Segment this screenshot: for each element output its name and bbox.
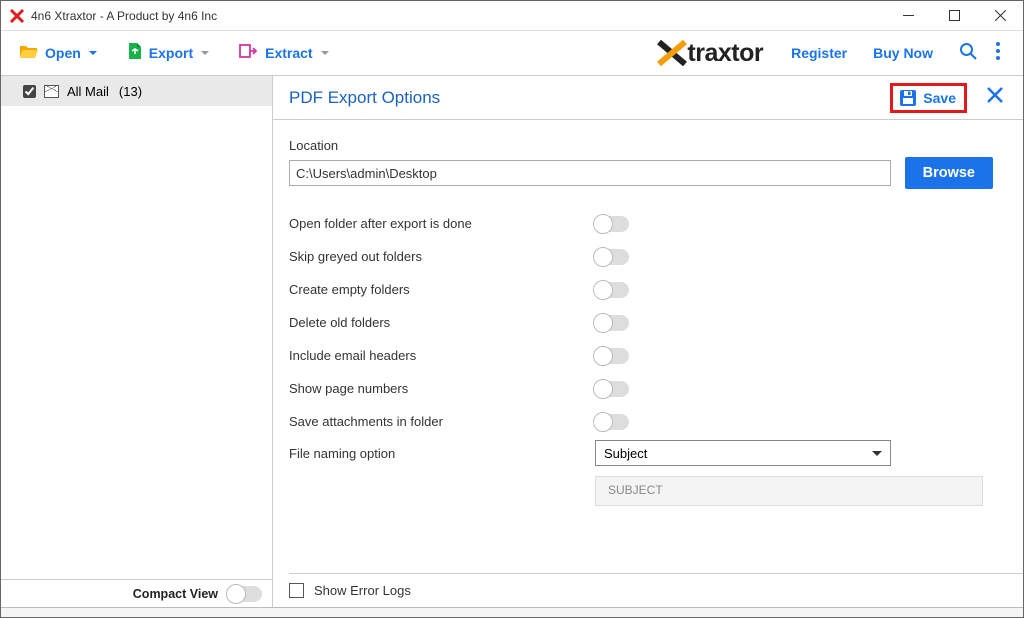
compact-view-label: Compact View (133, 587, 218, 601)
option-toggle-skip-greyed[interactable] (595, 249, 629, 265)
buynow-link[interactable]: Buy Now (873, 45, 933, 61)
chevron-down-icon (872, 451, 882, 456)
open-menu[interactable]: Open (19, 43, 97, 64)
mail-icon (44, 85, 59, 98)
option-label: Save attachments in folder (289, 414, 595, 429)
brand-text: traxtor (687, 39, 763, 68)
extract-label: Extract (265, 45, 312, 61)
browse-button[interactable]: Browse (905, 157, 993, 189)
brand-logo: traxtor (657, 39, 763, 68)
statusbar (1, 607, 1023, 617)
toolbar: Open Export Extract traxtor Register Buy… (1, 31, 1023, 76)
maximize-button[interactable] (931, 1, 977, 31)
export-menu[interactable]: Export (127, 42, 209, 65)
option-toggle-create-empty[interactable] (595, 282, 629, 298)
option-label: Include email headers (289, 348, 595, 363)
location-label: Location (289, 138, 993, 153)
open-label: Open (45, 45, 81, 61)
content-panel: PDF Export Options Save Location Browse … (273, 76, 1023, 607)
close-panel-button[interactable] (985, 85, 1005, 110)
option-toggle-delete-old[interactable] (595, 315, 629, 331)
app-icon (9, 8, 25, 24)
show-errors-checkbox[interactable] (289, 583, 304, 598)
chevron-down-icon (201, 51, 209, 55)
compact-view-bar: Compact View (1, 579, 272, 607)
save-label: Save (923, 90, 956, 106)
close-button[interactable] (977, 1, 1023, 31)
naming-label: File naming option (289, 446, 595, 461)
option-label: Open folder after export is done (289, 216, 595, 231)
show-errors-label: Show Error Logs (314, 583, 411, 598)
location-input[interactable] (289, 160, 891, 186)
option-toggle-page-numbers[interactable] (595, 381, 629, 397)
folder-count: (13) (119, 84, 142, 99)
titlebar: 4n6 Xtraxtor - A Product by 4n6 Inc (1, 1, 1023, 31)
more-icon[interactable] (995, 41, 1001, 66)
search-icon[interactable] (959, 42, 977, 65)
option-label: Show page numbers (289, 381, 595, 396)
chevron-down-icon (321, 51, 329, 55)
chevron-down-icon (89, 51, 97, 55)
sidebar: All Mail (13) Compact View (1, 76, 273, 607)
naming-value: Subject (604, 446, 647, 461)
option-toggle-save-attachments[interactable] (595, 414, 629, 430)
register-link[interactable]: Register (791, 45, 847, 61)
compact-view-toggle[interactable] (228, 586, 262, 602)
extract-menu[interactable]: Extract (239, 43, 328, 64)
option-toggle-open-folder[interactable] (595, 216, 629, 232)
folder-label: All Mail (67, 84, 109, 99)
window-title: 4n6 Xtraxtor - A Product by 4n6 Inc (31, 9, 217, 23)
panel-title: PDF Export Options (289, 88, 440, 108)
folder-open-icon (19, 43, 39, 64)
save-button[interactable]: Save (890, 83, 967, 113)
option-label: Create empty folders (289, 282, 595, 297)
naming-select[interactable]: Subject (595, 440, 891, 466)
option-label: Skip greyed out folders (289, 249, 595, 264)
sidebar-item-all-mail[interactable]: All Mail (13) (1, 76, 272, 106)
minimize-button[interactable] (885, 1, 931, 31)
naming-preview: SUBJECT (595, 476, 983, 506)
option-toggle-include-headers[interactable] (595, 348, 629, 364)
save-icon (899, 89, 917, 107)
folder-checkbox[interactable] (23, 85, 36, 98)
file-export-icon (127, 42, 143, 65)
extract-icon (239, 43, 259, 64)
export-label: Export (149, 45, 193, 61)
option-label: Delete old folders (289, 315, 595, 330)
